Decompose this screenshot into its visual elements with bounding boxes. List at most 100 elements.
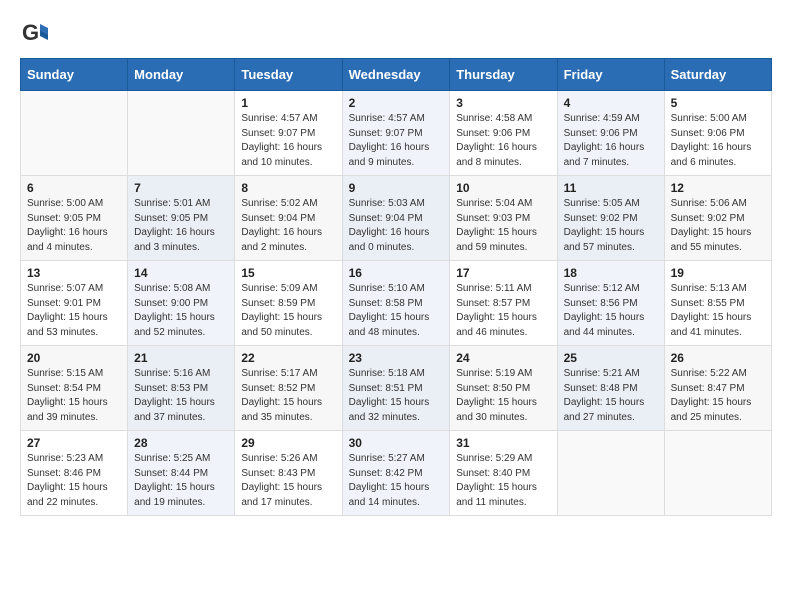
day-number: 21 — [134, 351, 228, 365]
calendar-cell: 15 Sunrise: 5:09 AM Sunset: 8:59 PM Dayli… — [235, 261, 342, 346]
day-detail: Sunrise: 5:15 AM Sunset: 8:54 PM Dayligh… — [27, 367, 121, 425]
day-number: 22 — [241, 351, 335, 365]
calendar-cell — [557, 431, 664, 516]
logo-icon: G — [20, 20, 48, 48]
day-number: 23 — [349, 351, 444, 365]
day-detail: Sunrise: 5:18 AM Sunset: 8:51 PM Dayligh… — [349, 367, 444, 425]
calendar-cell: 2 Sunrise: 4:57 AM Sunset: 9:07 PM Daylig… — [342, 91, 450, 176]
day-detail: Sunrise: 5:25 AM Sunset: 8:44 PM Dayligh… — [134, 452, 228, 510]
day-number: 14 — [134, 266, 228, 280]
day-number: 7 — [134, 181, 228, 195]
day-detail: Sunrise: 4:57 AM Sunset: 9:07 PM Dayligh… — [349, 112, 444, 170]
weekday-header-sunday: Sunday — [21, 59, 128, 91]
day-detail: Sunrise: 5:02 AM Sunset: 9:04 PM Dayligh… — [241, 197, 335, 255]
calendar-cell: 21 Sunrise: 5:16 AM Sunset: 8:53 PM Dayli… — [128, 346, 235, 431]
calendar-cell: 28 Sunrise: 5:25 AM Sunset: 8:44 PM Dayli… — [128, 431, 235, 516]
day-number: 31 — [456, 436, 550, 450]
weekday-header-saturday: Saturday — [664, 59, 771, 91]
calendar-cell: 14 Sunrise: 5:08 AM Sunset: 9:00 PM Dayli… — [128, 261, 235, 346]
day-detail: Sunrise: 4:58 AM Sunset: 9:06 PM Dayligh… — [456, 112, 550, 170]
calendar-cell: 5Sunrise: 5:00 AM Sunset: 9:06 PM Daylig… — [664, 91, 771, 176]
calendar-cell: 10 Sunrise: 5:04 AM Sunset: 9:03 PM Dayli… — [450, 176, 557, 261]
day-number: 19 — [671, 266, 765, 280]
day-detail: Sunrise: 5:16 AM Sunset: 8:53 PM Dayligh… — [134, 367, 228, 425]
day-number: 11 — [564, 181, 658, 195]
day-detail: Sunrise: 5:09 AM Sunset: 8:59 PM Dayligh… — [241, 282, 335, 340]
weekday-header-monday: Monday — [128, 59, 235, 91]
day-number: 13 — [27, 266, 121, 280]
calendar-cell: 19Sunrise: 5:13 AM Sunset: 8:55 PM Dayli… — [664, 261, 771, 346]
calendar-week-row: 6Sunrise: 5:00 AM Sunset: 9:05 PM Daylig… — [21, 176, 772, 261]
day-number: 25 — [564, 351, 658, 365]
calendar-cell: 31 Sunrise: 5:29 AM Sunset: 8:40 PM Dayli… — [450, 431, 557, 516]
weekday-header-thursday: Thursday — [450, 59, 557, 91]
day-detail: Sunrise: 5:00 AM Sunset: 9:06 PM Dayligh… — [671, 112, 765, 170]
day-detail: Sunrise: 5:27 AM Sunset: 8:42 PM Dayligh… — [349, 452, 444, 510]
page-header: G — [20, 20, 772, 48]
day-number: 26 — [671, 351, 765, 365]
day-detail: Sunrise: 5:21 AM Sunset: 8:48 PM Dayligh… — [564, 367, 658, 425]
day-number: 1 — [241, 96, 335, 110]
day-number: 28 — [134, 436, 228, 450]
calendar-cell: 6Sunrise: 5:00 AM Sunset: 9:05 PM Daylig… — [21, 176, 128, 261]
day-detail: Sunrise: 4:57 AM Sunset: 9:07 PM Dayligh… — [241, 112, 335, 170]
weekday-header-wednesday: Wednesday — [342, 59, 450, 91]
calendar-cell — [664, 431, 771, 516]
calendar-cell: 30 Sunrise: 5:27 AM Sunset: 8:42 PM Dayli… — [342, 431, 450, 516]
calendar-cell: 18Sunrise: 5:12 AM Sunset: 8:56 PM Dayli… — [557, 261, 664, 346]
day-detail: Sunrise: 5:08 AM Sunset: 9:00 PM Dayligh… — [134, 282, 228, 340]
calendar-cell: 4Sunrise: 4:59 AM Sunset: 9:06 PM Daylig… — [557, 91, 664, 176]
day-detail: Sunrise: 5:12 AM Sunset: 8:56 PM Dayligh… — [564, 282, 658, 340]
day-detail: Sunrise: 5:29 AM Sunset: 8:40 PM Dayligh… — [456, 452, 550, 510]
day-detail: Sunrise: 5:05 AM Sunset: 9:02 PM Dayligh… — [564, 197, 658, 255]
calendar-week-row: 13 Sunrise: 5:07 AM Sunset: 9:01 PM Dayli… — [21, 261, 772, 346]
day-detail: Sunrise: 5:19 AM Sunset: 8:50 PM Dayligh… — [456, 367, 550, 425]
calendar-cell: 3Sunrise: 4:58 AM Sunset: 9:06 PM Daylig… — [450, 91, 557, 176]
day-detail: Sunrise: 5:06 AM Sunset: 9:02 PM Dayligh… — [671, 197, 765, 255]
calendar-cell: 8 Sunrise: 5:02 AM Sunset: 9:04 PM Daylig… — [235, 176, 342, 261]
day-detail: Sunrise: 5:17 AM Sunset: 8:52 PM Dayligh… — [241, 367, 335, 425]
calendar-header: SundayMondayTuesdayWednesdayThursdayFrid… — [21, 59, 772, 91]
day-number: 17 — [456, 266, 550, 280]
calendar-cell: 12 Sunrise: 5:06 AM Sunset: 9:02 PM Dayli… — [664, 176, 771, 261]
day-number: 24 — [456, 351, 550, 365]
calendar-cell: 27 Sunrise: 5:23 AM Sunset: 8:46 PM Dayli… — [21, 431, 128, 516]
weekday-header-row: SundayMondayTuesdayWednesdayThursdayFrid… — [21, 59, 772, 91]
day-detail: Sunrise: 5:00 AM Sunset: 9:05 PM Dayligh… — [27, 197, 121, 255]
calendar-cell: 24 Sunrise: 5:19 AM Sunset: 8:50 PM Dayli… — [450, 346, 557, 431]
calendar-cell: 25 Sunrise: 5:21 AM Sunset: 8:48 PM Dayli… — [557, 346, 664, 431]
day-number: 10 — [456, 181, 550, 195]
calendar-cell: 16 Sunrise: 5:10 AM Sunset: 8:58 PM Dayli… — [342, 261, 450, 346]
calendar-week-row: 27 Sunrise: 5:23 AM Sunset: 8:46 PM Dayli… — [21, 431, 772, 516]
day-detail: Sunrise: 5:07 AM Sunset: 9:01 PM Dayligh… — [27, 282, 121, 340]
day-number: 15 — [241, 266, 335, 280]
day-detail: Sunrise: 5:01 AM Sunset: 9:05 PM Dayligh… — [134, 197, 228, 255]
calendar-cell: 13 Sunrise: 5:07 AM Sunset: 9:01 PM Dayli… — [21, 261, 128, 346]
day-number: 30 — [349, 436, 444, 450]
day-number: 27 — [27, 436, 121, 450]
calendar-cell: 29 Sunrise: 5:26 AM Sunset: 8:43 PM Dayli… — [235, 431, 342, 516]
day-detail: Sunrise: 5:04 AM Sunset: 9:03 PM Dayligh… — [456, 197, 550, 255]
day-number: 29 — [241, 436, 335, 450]
calendar-cell — [21, 91, 128, 176]
day-number: 9 — [349, 181, 444, 195]
weekday-header-friday: Friday — [557, 59, 664, 91]
calendar-cell: 23 Sunrise: 5:18 AM Sunset: 8:51 PM Dayli… — [342, 346, 450, 431]
calendar-cell: 22 Sunrise: 5:17 AM Sunset: 8:52 PM Dayli… — [235, 346, 342, 431]
calendar-cell: 9 Sunrise: 5:03 AM Sunset: 9:04 PM Daylig… — [342, 176, 450, 261]
day-detail: Sunrise: 5:23 AM Sunset: 8:46 PM Dayligh… — [27, 452, 121, 510]
logo: G — [20, 20, 52, 48]
day-detail: Sunrise: 5:10 AM Sunset: 8:58 PM Dayligh… — [349, 282, 444, 340]
day-number: 16 — [349, 266, 444, 280]
calendar-cell: 1 Sunrise: 4:57 AM Sunset: 9:07 PM Daylig… — [235, 91, 342, 176]
calendar-cell: 11 Sunrise: 5:05 AM Sunset: 9:02 PM Dayli… — [557, 176, 664, 261]
day-number: 20 — [27, 351, 121, 365]
day-number: 2 — [349, 96, 444, 110]
day-number: 12 — [671, 181, 765, 195]
day-number: 8 — [241, 181, 335, 195]
calendar-body: 1 Sunrise: 4:57 AM Sunset: 9:07 PM Daylig… — [21, 91, 772, 516]
calendar-table: SundayMondayTuesdayWednesdayThursdayFrid… — [20, 58, 772, 516]
day-detail: Sunrise: 5:26 AM Sunset: 8:43 PM Dayligh… — [241, 452, 335, 510]
day-detail: Sunrise: 5:03 AM Sunset: 9:04 PM Dayligh… — [349, 197, 444, 255]
svg-text:G: G — [22, 20, 39, 45]
